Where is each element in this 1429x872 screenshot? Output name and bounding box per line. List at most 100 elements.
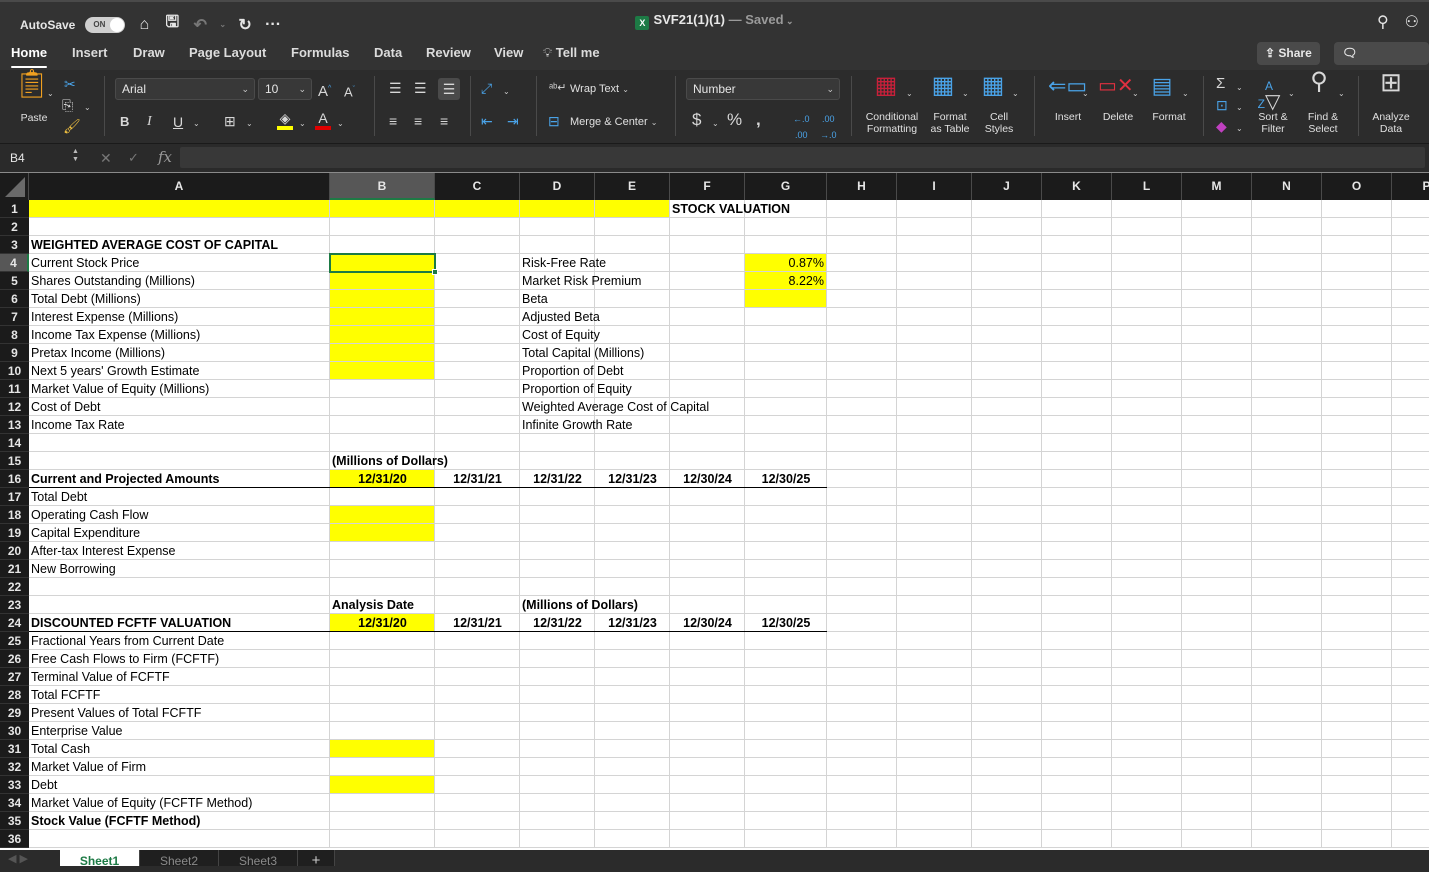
font-color-icon[interactable]: A [315, 110, 331, 130]
wrap-text-icon[interactable]: ᵃᵇ↵ [549, 80, 566, 96]
cell-a32[interactable]: Market Value of Firm [29, 758, 146, 776]
formula-input[interactable] [180, 147, 1425, 168]
merge-center-button[interactable]: Merge & Center ⌄ [570, 116, 657, 129]
copy-dropdown-icon[interactable]: ⌄ [84, 100, 91, 116]
cell-d23[interactable]: (Millions of Dollars) [520, 596, 638, 614]
fill-color-icon[interactable]: ◈ [277, 110, 293, 130]
cell-a10[interactable]: Next 5 years' Growth Estimate [29, 362, 199, 380]
enter-icon[interactable]: ✓ [128, 150, 139, 166]
column-header-b[interactable]: B [330, 173, 435, 200]
row-header-36[interactable]: 36 [0, 830, 29, 848]
row-header-19[interactable]: 19 [0, 524, 29, 542]
cell-d5[interactable]: Market Risk Premium [520, 272, 641, 290]
cell-b24[interactable]: 12/31/20 [330, 614, 435, 632]
sheet-tab-sheet3[interactable]: Sheet3 [219, 850, 298, 868]
cell-a27[interactable]: Terminal Value of FCFTF [29, 668, 170, 686]
fill-color-dropdown-icon[interactable]: ⌄ [299, 116, 306, 132]
find-select-icon[interactable]: ⚲ [1304, 70, 1334, 104]
cell-a11[interactable]: Market Value of Equity (Millions) [29, 380, 209, 398]
tab-draw[interactable]: Draw [133, 45, 165, 60]
row-header-31[interactable]: 31 [0, 740, 29, 758]
cell-a30[interactable]: Enterprise Value [29, 722, 123, 740]
cell-a3[interactable]: WEIGHTED AVERAGE COST OF CAPITAL [29, 236, 278, 254]
row-header-32[interactable]: 32 [0, 758, 29, 776]
column-header-e[interactable]: E [595, 173, 670, 200]
cell-f24[interactable]: 12/30/24 [670, 614, 745, 632]
fill-dropdown-icon[interactable]: ⌄ [1236, 100, 1243, 116]
row-header-12[interactable]: 12 [0, 398, 29, 416]
delete-dropdown-icon[interactable]: ⌄ [1132, 86, 1139, 102]
tab-formulas[interactable]: Formulas [291, 45, 350, 60]
cell-a19[interactable]: Capital Expenditure [29, 524, 140, 542]
row-header-4[interactable]: 4 [0, 254, 29, 272]
cell-d9[interactable]: Total Capital (Millions) [520, 344, 644, 362]
cell-a16[interactable]: Current and Projected Amounts [29, 470, 219, 488]
find-select-dropdown-icon[interactable]: ⌄ [1338, 86, 1345, 102]
save-icon[interactable]: 🖫 [163, 11, 181, 38]
row-header-18[interactable]: 18 [0, 506, 29, 524]
cell-a8[interactable]: Income Tax Expense (Millions) [29, 326, 200, 344]
tab-insert[interactable]: Insert [72, 45, 107, 60]
align-middle-icon[interactable]: ☰ [414, 80, 427, 96]
column-header-a[interactable]: A [29, 173, 330, 200]
cell-d7[interactable]: Adjusted Beta [520, 308, 600, 326]
cell-d8[interactable]: Cost of Equity [520, 326, 600, 344]
cell-a17[interactable]: Total Debt [29, 488, 87, 506]
undo-dropdown-icon[interactable]: ⌄ [219, 20, 226, 29]
cell-a12[interactable]: Cost of Debt [29, 398, 100, 416]
cell-d4[interactable]: Risk-Free Rate [520, 254, 606, 272]
format-as-table-button[interactable]: Format as Table [926, 111, 974, 135]
font-color-dropdown-icon[interactable]: ⌄ [337, 116, 344, 132]
cell-b15[interactable]: (Millions of Dollars) [330, 452, 448, 470]
cell-a9[interactable]: Pretax Income (Millions) [29, 344, 165, 362]
cell-f1[interactable]: STOCK VALUATION [670, 200, 790, 218]
column-header-j[interactable]: J [972, 173, 1042, 200]
increase-font-size-icon[interactable]: A^ [318, 81, 331, 100]
font-name-dropdown[interactable]: Arial ⌄ [115, 78, 255, 100]
bold-icon[interactable]: B [120, 114, 129, 130]
cell-d16[interactable]: 12/31/22 [520, 470, 595, 488]
conditional-formatting-button[interactable]: Conditional Formatting [860, 111, 924, 135]
font-size-dropdown[interactable]: 10 ⌄ [258, 78, 312, 100]
tab-tell-me[interactable]: 💡︎ Tell me [543, 45, 600, 61]
analyze-data-button[interactable]: Analyze Data [1368, 111, 1414, 135]
insert-function-icon[interactable]: fx [158, 148, 172, 166]
format-cells-button[interactable]: Format [1148, 111, 1190, 123]
row-header-3[interactable]: 3 [0, 236, 29, 254]
decrease-font-size-icon[interactable]: Aˇ [344, 82, 355, 100]
row-header-6[interactable]: 6 [0, 290, 29, 308]
delete-cells-button[interactable]: Delete [1098, 111, 1138, 123]
cell-a29[interactable]: Present Values of Total FCFTF [29, 704, 201, 722]
row-header-13[interactable]: 13 [0, 416, 29, 434]
cell-a28[interactable]: Total FCFTF [29, 686, 100, 704]
cell-d11[interactable]: Proportion of Equity [520, 380, 632, 398]
cell-a34[interactable]: Market Value of Equity (FCFTF Method) [29, 794, 252, 812]
row-header-14[interactable]: 14 [0, 434, 29, 452]
cell-a31[interactable]: Total Cash [29, 740, 90, 758]
cell-a25[interactable]: Fractional Years from Current Date [29, 632, 224, 650]
clear-dropdown-icon[interactable]: ⌄ [1236, 121, 1243, 137]
row-header-2[interactable]: 2 [0, 218, 29, 236]
row-header-25[interactable]: 25 [0, 632, 29, 650]
cell-e24[interactable]: 12/31/23 [595, 614, 670, 632]
column-header-g[interactable]: G [745, 173, 827, 200]
borders-dropdown-icon[interactable]: ⌄ [246, 116, 253, 132]
cell-f16[interactable]: 12/30/24 [670, 470, 745, 488]
column-header-p[interactable]: P [1392, 173, 1429, 200]
active-cell-selection[interactable] [329, 253, 436, 273]
format-cells-icon[interactable]: ▤ [1148, 75, 1176, 106]
cancel-icon[interactable]: ✕ [100, 150, 112, 167]
row-header-16[interactable]: 16 [0, 470, 29, 488]
paste-label[interactable]: Paste [14, 112, 54, 124]
spreadsheet-grid[interactable]: ABCDEFGHIJKLMNOP123456789101112131415161… [0, 172, 1429, 850]
share-button[interactable]: ⇪ Share [1257, 42, 1320, 65]
decrease-indent-icon[interactable]: ⇤ [481, 113, 493, 129]
sheet-tab-sheet1[interactable]: Sheet1 [60, 850, 140, 868]
wrap-text-button[interactable]: Wrap Text ⌄ [570, 83, 629, 96]
align-left-icon[interactable]: ≡ [389, 113, 397, 129]
increase-indent-icon[interactable]: ⇥ [507, 113, 519, 129]
sheet-tab-sheet2[interactable]: Sheet2 [140, 850, 219, 868]
cell-styles-button[interactable]: Cell Styles [978, 111, 1020, 135]
cell-a6[interactable]: Total Debt (Millions) [29, 290, 141, 308]
column-header-f[interactable]: F [670, 173, 745, 200]
